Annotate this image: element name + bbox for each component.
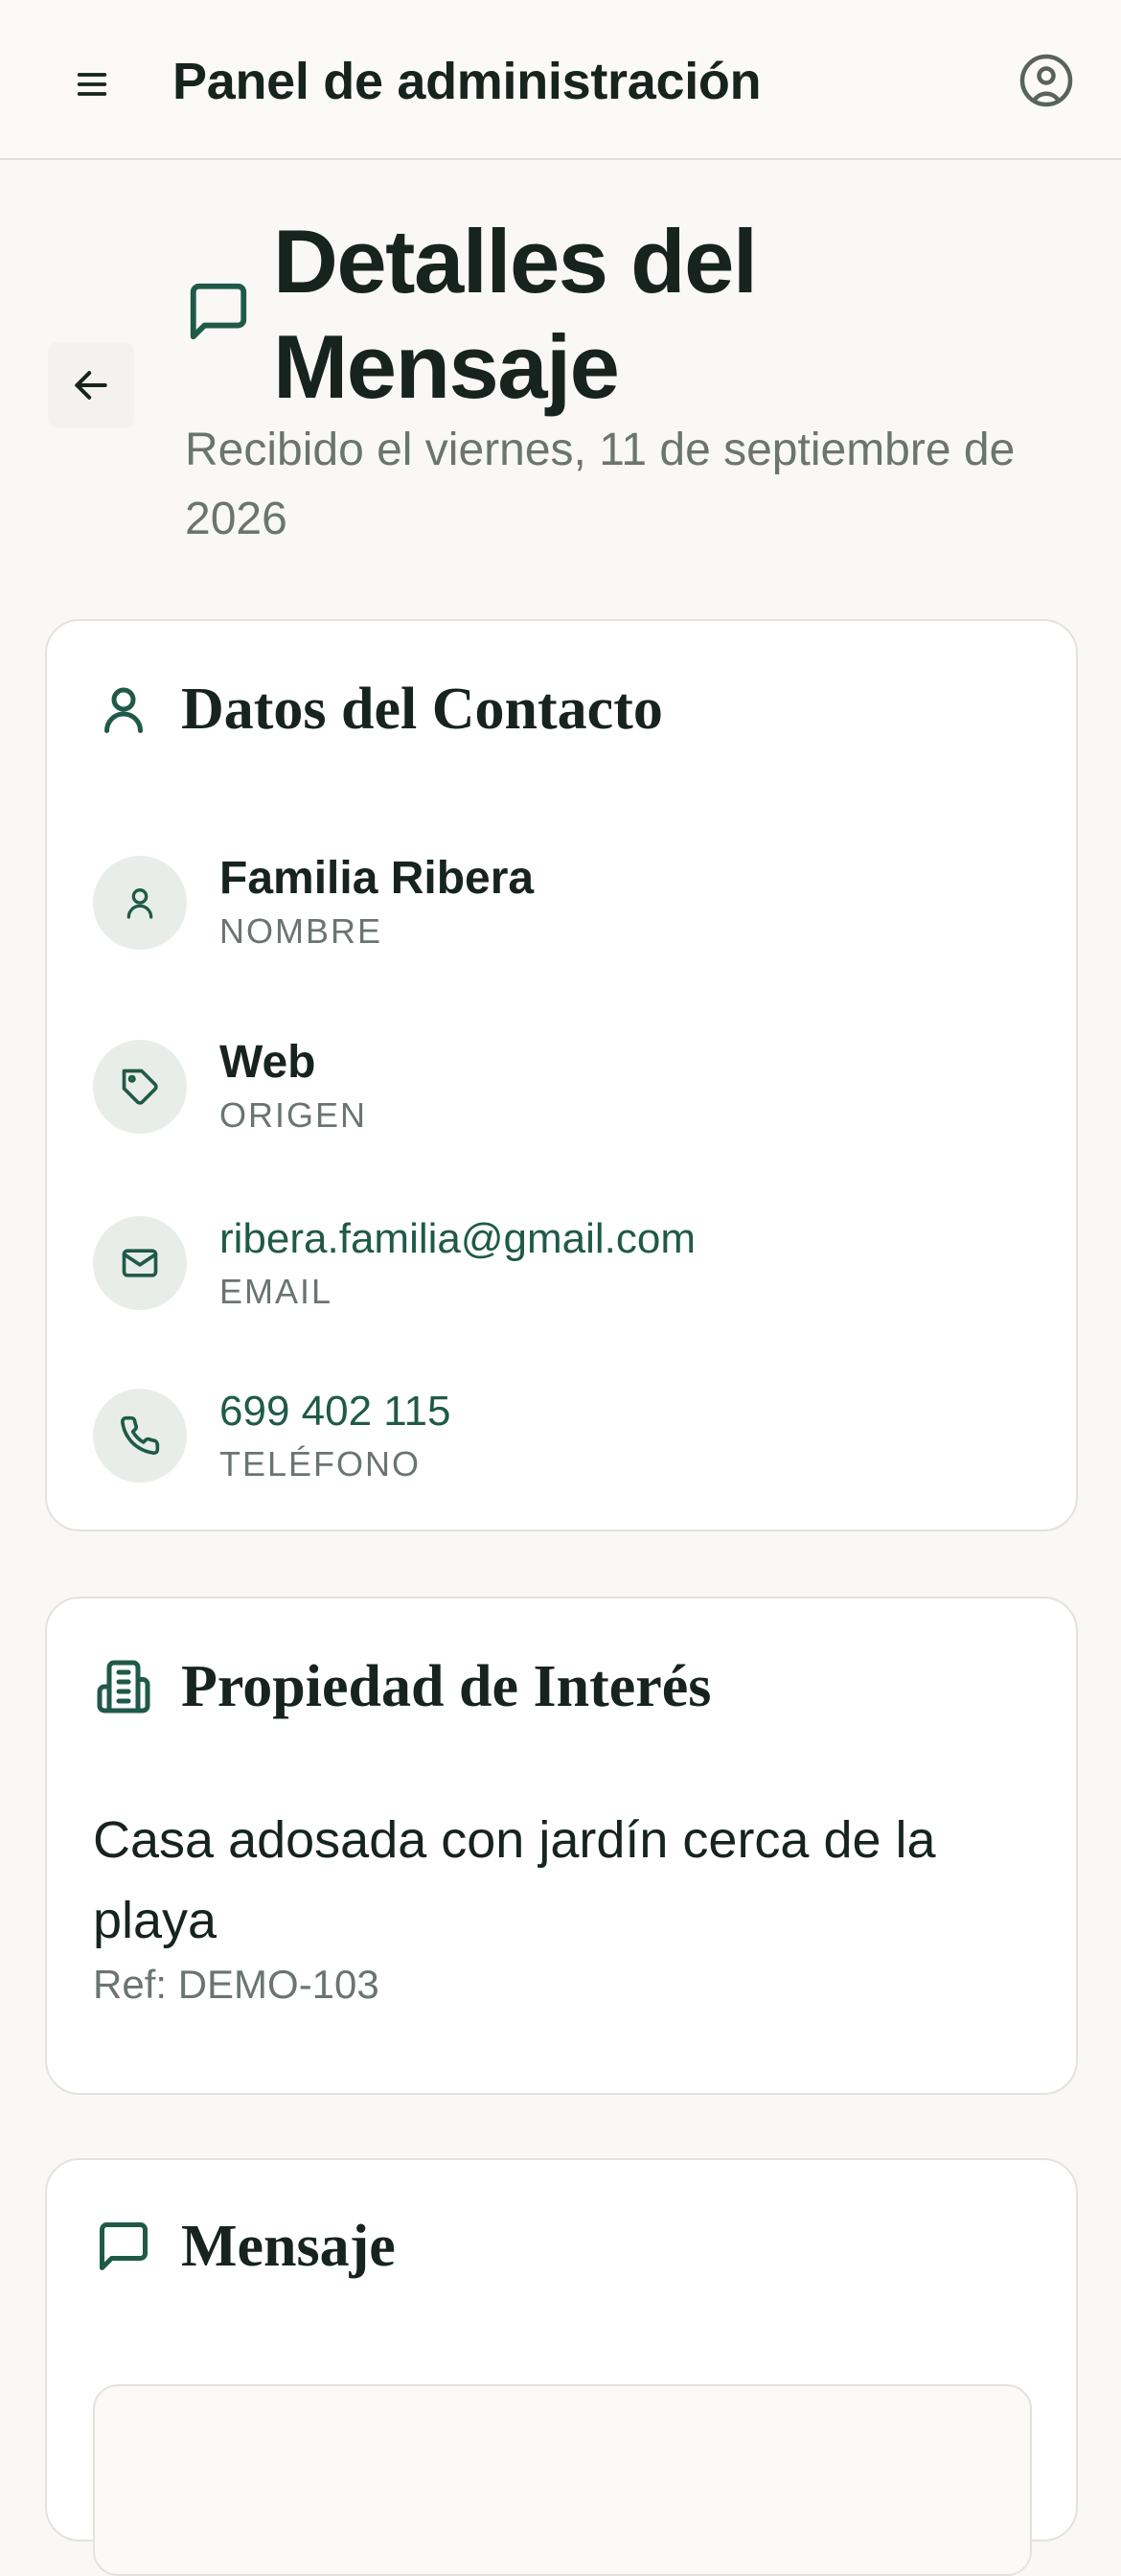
contact-origin-label: ORIGEN [219, 1095, 368, 1135]
contact-email-label: EMAIL [219, 1272, 333, 1311]
user-account-button[interactable] [1016, 50, 1077, 111]
contact-phone-label: TELÉFONO [219, 1444, 422, 1484]
page-title: Detalles del Mensaje [273, 211, 758, 417]
menu-button[interactable] [59, 52, 125, 117]
contact-row-email: ribera.familia@gmail.com EMAIL [93, 1211, 696, 1315]
contact-card: Datos del Contacto Familia Ribera NOMBRE… [45, 619, 1078, 1531]
message-square-icon [190, 283, 247, 340]
property-card-header: Propiedad de Interés [95, 1648, 711, 1725]
building-icon [97, 1660, 150, 1714]
contact-name-label: NOMBRE [219, 911, 383, 951]
message-card-header: Mensaje [95, 2208, 396, 2285]
contact-phone-link[interactable]: 699 402 115 [219, 1384, 450, 1439]
property-ref: Ref: DEMO-103 [93, 1962, 379, 2007]
back-button[interactable] [48, 342, 134, 428]
top-app-bar: Panel de administración [0, 0, 1121, 160]
contact-card-title: Datos del Contacto [181, 677, 663, 742]
message-card-title: Mensaje [181, 2214, 396, 2279]
contact-origin-value: Web [219, 1037, 316, 1088]
property-card: Propiedad de Interés Casa adosada con ja… [45, 1597, 1078, 2095]
phone-icon-circle [93, 1389, 187, 1483]
arrow-left-icon [75, 371, 107, 400]
email-icon-circle [93, 1216, 187, 1310]
page-subtitle: Recibido el viernes, 11 de septiembre de… [185, 425, 1016, 544]
tag-icon [122, 1069, 158, 1105]
mail-icon [122, 1249, 158, 1277]
phone-icon [121, 1415, 160, 1455]
message-card: Mensaje [45, 2158, 1078, 2576]
message-body-box [93, 2384, 1032, 2576]
user-icon [104, 687, 143, 733]
contact-row-phone: 699 402 115 TELÉFONO [93, 1384, 450, 1487]
user-icon [126, 888, 153, 919]
contact-email-link[interactable]: ribera.familia@gmail.com [219, 1211, 696, 1267]
message-square-icon [100, 2222, 148, 2270]
menu-icon [77, 73, 107, 96]
contact-name-value: Familia Ribera [219, 853, 535, 904]
name-icon-circle [93, 856, 187, 950]
contact-card-header: Datos del Contacto [95, 671, 663, 748]
contact-row-name: Familia Ribera NOMBRE [93, 851, 534, 954]
contact-row-origin: Web ORIGEN [93, 1035, 367, 1138]
property-card-title: Propiedad de Interés [181, 1654, 712, 1719]
user-circle-icon [1019, 54, 1073, 107]
property-name: Casa adosada con jardín cerca de la play… [93, 1811, 936, 1949]
app-title: Panel de administración [172, 53, 762, 110]
origin-icon-circle [93, 1040, 187, 1134]
